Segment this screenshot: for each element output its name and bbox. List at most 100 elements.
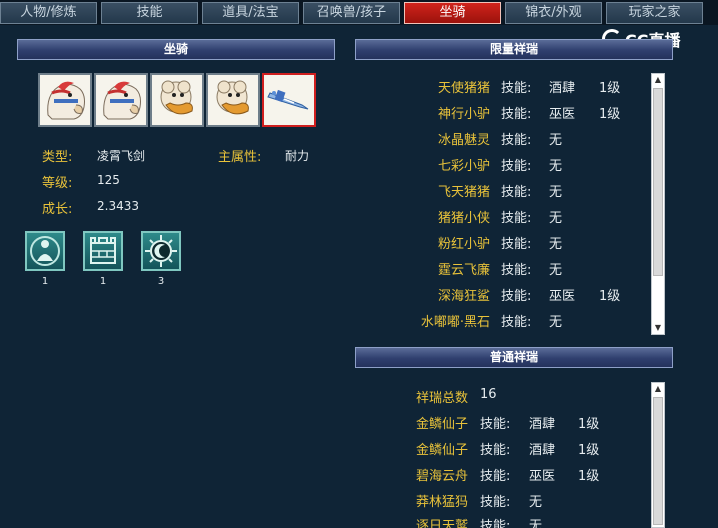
list-item[interactable]: 逐日天鹫 技能: 无: [360, 515, 578, 528]
list-item[interactable]: 冰晶魅灵 技能: 无: [380, 129, 599, 155]
horse-mount-icon: [40, 75, 90, 125]
horse-mount-icon: [96, 75, 146, 125]
skill-level: 1级: [599, 81, 621, 96]
scroll-down-arrow-icon[interactable]: ▼: [652, 322, 664, 334]
skill-value: 巫医: [549, 107, 576, 122]
list-item[interactable]: 猪猪小侠 技能: 无: [380, 207, 599, 233]
mount-name: 粉红小驴: [437, 237, 490, 252]
skill-label: 技能:: [501, 315, 532, 330]
meditation-skill-icon: [30, 236, 60, 266]
mount-name: 冰晶魅灵: [437, 133, 490, 148]
list-item[interactable]: 七彩小驴 技能: 无: [380, 155, 599, 181]
skill-value: 无: [549, 315, 563, 330]
mount-slot-2[interactable]: [94, 73, 148, 127]
list-item[interactable]: 金鳞仙子 技能: 酒肆 1级: [360, 413, 599, 439]
crescent-sun-skill-icon: [145, 235, 177, 267]
skill-label: 技能:: [480, 417, 511, 432]
type-label: 类型:: [42, 150, 73, 165]
mount-slot-4[interactable]: [206, 73, 260, 127]
mount-skill-1-count: 1: [41, 276, 49, 287]
skill-value: 酒肆: [549, 81, 576, 96]
skill-level: 1级: [578, 443, 600, 458]
mount-name: 莽林猛犸: [415, 495, 468, 510]
tab-player-home[interactable]: 玩家之家: [606, 2, 703, 24]
list-item[interactable]: 莽林猛犸 技能: 无: [360, 491, 578, 517]
tab-items-treasures[interactable]: 道具/法宝: [202, 2, 299, 24]
skill-label: 技能:: [501, 263, 532, 278]
main-attr-value: 耐力: [285, 149, 310, 163]
scroll-up-arrow-icon[interactable]: ▲: [652, 74, 664, 86]
total-count-row: 祥瑞总数 16: [360, 387, 497, 413]
skill-label: 技能:: [501, 211, 532, 226]
normal-list-scrollbar[interactable]: ▲: [651, 382, 665, 528]
scroll-thumb[interactable]: [653, 88, 663, 276]
skill-value: 无: [549, 133, 563, 148]
sheep-mount-icon: [152, 75, 202, 125]
skill-value: 无: [549, 211, 563, 226]
mount-name: 碧海云舟: [415, 469, 468, 484]
growth-label: 成长:: [42, 202, 73, 217]
mount-skill-1[interactable]: [25, 231, 65, 271]
tab-character-cultivation[interactable]: 人物/修炼: [0, 2, 97, 24]
mount-name: 金鳞仙子: [415, 443, 468, 458]
skill-value: 无: [529, 519, 543, 528]
level-label: 等级:: [42, 176, 73, 191]
skill-level: 1级: [599, 107, 621, 122]
limited-panel-header: 限量祥瑞: [355, 39, 673, 60]
mount-name: 神行小驴: [437, 107, 490, 122]
list-item[interactable]: 水嘟嘟·黑石 技能: 无: [380, 311, 599, 337]
tab-outfits-appearance[interactable]: 锦衣/外观: [505, 2, 602, 24]
list-item[interactable]: 金鳞仙子 技能: 酒肆 1级: [360, 439, 599, 465]
skill-value: 无: [549, 237, 563, 252]
skill-level: 1级: [599, 289, 621, 304]
skill-label: 技能:: [480, 519, 511, 528]
skill-label: 技能:: [501, 237, 532, 252]
tab-summons-children[interactable]: 召唤兽/孩子: [303, 2, 400, 24]
skill-label: 技能:: [501, 185, 532, 200]
skill-value: 无: [529, 495, 543, 510]
main-attr-label: 主属性:: [218, 150, 262, 165]
growth-value: 2.3433: [97, 199, 139, 213]
list-item[interactable]: 碧海云舟 技能: 巫医 1级: [360, 465, 599, 491]
mount-name: 飞天猪猪: [437, 185, 490, 200]
skill-value: 无: [549, 185, 563, 200]
mount-skill-3-count: 3: [157, 276, 165, 287]
skill-value: 巫医: [529, 469, 556, 484]
skill-label: 技能:: [480, 495, 511, 510]
skill-label: 技能:: [501, 133, 532, 148]
skill-value: 无: [549, 263, 563, 278]
list-item[interactable]: 神行小驴 技能: 巫医 1级: [380, 103, 620, 129]
mount-icon-row: [38, 73, 316, 127]
skill-label: 技能:: [501, 289, 532, 304]
mount-name: 金鳞仙子: [415, 417, 468, 432]
mount-name: 猪猪小侠: [437, 211, 490, 226]
limited-list-scrollbar[interactable]: ▲ ▼: [651, 73, 665, 335]
skill-value: 无: [549, 159, 563, 174]
mount-slot-5-selected[interactable]: [262, 73, 316, 127]
skill-value: 巫医: [549, 289, 576, 304]
tab-mounts[interactable]: 坐骑: [404, 2, 501, 24]
list-item[interactable]: 飞天猪猪 技能: 无: [380, 181, 599, 207]
mount-skill-3[interactable]: [141, 231, 181, 271]
normal-panel-header: 普通祥瑞: [355, 347, 673, 368]
list-item[interactable]: 粉红小驴 技能: 无: [380, 233, 599, 259]
list-item[interactable]: 深海狂鲨 技能: 巫医 1级: [380, 285, 620, 311]
flying-sword-mount-icon: [264, 75, 314, 125]
skill-label: 技能:: [480, 443, 511, 458]
list-item[interactable]: 霆云飞廉 技能: 无: [380, 259, 599, 285]
mount-slot-3[interactable]: [150, 73, 204, 127]
scroll-thumb[interactable]: [653, 397, 663, 525]
scroll-up-arrow-icon[interactable]: ▲: [652, 383, 664, 395]
skill-value: 酒肆: [529, 417, 556, 432]
skill-label: 技能:: [501, 107, 532, 122]
mount-name: 水嘟嘟·黑石: [420, 315, 490, 330]
fortress-skill-icon: [90, 237, 116, 264]
mount-skill-2[interactable]: [83, 231, 123, 271]
skill-label: 技能:: [501, 81, 532, 96]
skill-level: 1级: [578, 417, 600, 432]
skill-level: 1级: [578, 469, 600, 484]
list-item[interactable]: 天使猪猪 技能: 酒肆 1级: [380, 77, 620, 103]
skill-label: 技能:: [501, 159, 532, 174]
tab-skills[interactable]: 技能: [101, 2, 198, 24]
mount-slot-1[interactable]: [38, 73, 92, 127]
